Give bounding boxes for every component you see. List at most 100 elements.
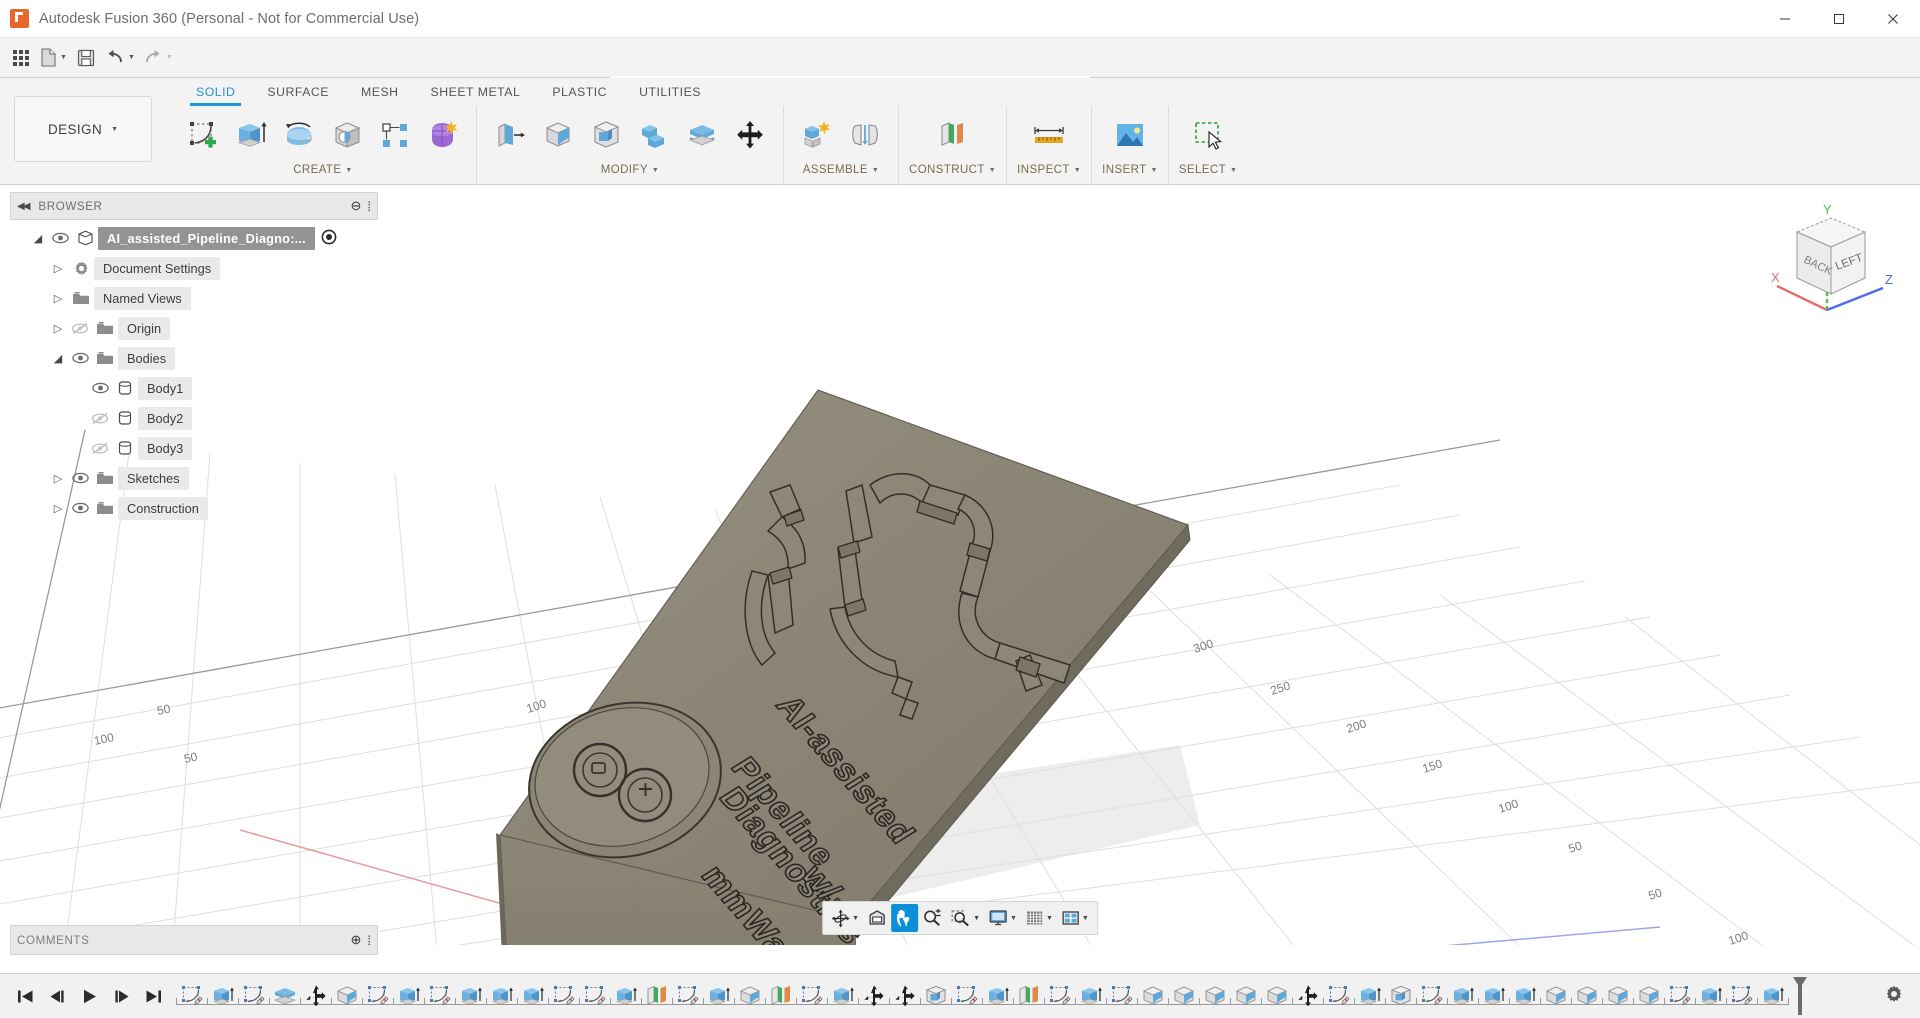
activate-component-icon[interactable]	[321, 229, 337, 248]
tree-row-root[interactable]: ◢ AI_assisted_Pipeline_Diagno:...	[10, 223, 378, 253]
timeline-feature-sketch[interactable]	[362, 980, 393, 1012]
timeline-feature-sketch[interactable]	[951, 980, 982, 1012]
timeline-feature-extrude[interactable]	[1075, 980, 1106, 1012]
timeline-feature-extrude[interactable]	[1509, 980, 1540, 1012]
maximize-icon[interactable]	[1812, 0, 1866, 38]
chevron-down-icon[interactable]: ▼	[60, 54, 67, 61]
timeline-feature-sketch[interactable]	[238, 980, 269, 1012]
tab-solid[interactable]: SOLID	[180, 78, 251, 106]
timeline-feature-sketch[interactable]	[1416, 980, 1447, 1012]
timeline-feature-sketch[interactable]	[548, 980, 579, 1012]
timeline-feature-sketch[interactable]	[1664, 980, 1695, 1012]
measure-icon[interactable]	[1026, 111, 1072, 159]
timeline-feature-extrude[interactable]	[455, 980, 486, 1012]
timeline-feature-sketch[interactable]	[1106, 980, 1137, 1012]
insert-image-icon[interactable]	[1107, 111, 1153, 159]
press-pull-icon[interactable]	[487, 111, 533, 159]
offset-plane-icon[interactable]	[930, 111, 976, 159]
panel-title-select[interactable]: SELECT ▼	[1179, 160, 1237, 180]
timeline-feature-sketch[interactable]	[672, 980, 703, 1012]
timeline-feature-fillet[interactable]	[1261, 980, 1292, 1012]
shell-icon[interactable]	[583, 111, 629, 159]
twisty-open-icon[interactable]: ◢	[28, 232, 48, 245]
timeline-feature-sketch[interactable]	[796, 980, 827, 1012]
timeline-feature-extrude[interactable]	[517, 980, 548, 1012]
visibility-eye-icon[interactable]	[48, 232, 72, 244]
panel-title-assemble[interactable]: ASSEMBLE ▼	[803, 160, 880, 180]
redo-icon[interactable]: ▼	[139, 41, 177, 75]
chevron-down-icon[interactable]: ▼	[973, 915, 980, 922]
tree-row-origin[interactable]: ▷ Origin	[10, 313, 378, 343]
tree-row-construction[interactable]: ▷ Construction	[10, 493, 378, 523]
tree-row-body2[interactable]: Body2	[10, 403, 378, 433]
timeline-feature-fillet[interactable]	[1168, 980, 1199, 1012]
pan-icon[interactable]	[891, 904, 918, 932]
twisty-closed-icon[interactable]: ▷	[48, 502, 68, 515]
tab-mesh[interactable]: MESH	[345, 78, 415, 106]
tab-surface[interactable]: SURFACE	[251, 78, 345, 106]
tree-row-named-views[interactable]: ▷ Named Views	[10, 283, 378, 313]
timeline-feature-extrude[interactable]	[1695, 980, 1726, 1012]
chevron-down-icon[interactable]: ▼	[1010, 915, 1017, 922]
create-sketch-icon[interactable]	[180, 111, 226, 159]
visibility-eye-icon[interactable]	[68, 502, 92, 514]
orbit-icon[interactable]: ▼	[827, 904, 863, 932]
tree-row-body1[interactable]: Body1	[10, 373, 378, 403]
twisty-open-icon[interactable]: ◢	[48, 352, 68, 365]
tab-plastic[interactable]: PLASTIC	[536, 78, 623, 106]
step-forward-button[interactable]	[106, 981, 136, 1011]
timeline-feature-fillet[interactable]	[331, 980, 362, 1012]
viewports-icon[interactable]: ▼	[1057, 904, 1093, 932]
look-at-icon[interactable]	[863, 904, 891, 932]
twisty-closed-icon[interactable]: ▷	[48, 292, 68, 305]
workspace-selector[interactable]: DESIGN ▼	[14, 96, 152, 162]
timeline-track[interactable]	[176, 974, 1884, 1018]
timeline-feature-fillet[interactable]	[734, 980, 765, 1012]
new-component-icon[interactable]	[794, 111, 840, 159]
grid-snap-icon[interactable]: ▼	[1021, 904, 1057, 932]
timeline-feature-plane[interactable]	[641, 980, 672, 1012]
close-icon[interactable]	[1866, 0, 1920, 38]
tree-row-sketches[interactable]: ▷ Sketches	[10, 463, 378, 493]
timeline-settings-gear-icon[interactable]	[1884, 984, 1904, 1009]
timeline-feature-offset-face[interactable]	[269, 980, 300, 1012]
visibility-eye-icon[interactable]	[68, 472, 92, 484]
step-back-button[interactable]	[42, 981, 72, 1011]
timeline-feature-plane[interactable]	[1013, 980, 1044, 1012]
timeline-feature-extrude[interactable]	[1757, 980, 1788, 1012]
tree-row-body3[interactable]: Body3	[10, 433, 378, 463]
visibility-hidden-icon[interactable]	[68, 322, 92, 335]
timeline-feature-sketch[interactable]	[1726, 980, 1757, 1012]
timeline-feature-move[interactable]	[300, 980, 331, 1012]
twisty-closed-icon[interactable]: ▷	[48, 262, 68, 275]
go-to-beginning-button[interactable]	[10, 981, 40, 1011]
timeline-feature-fillet[interactable]	[1230, 980, 1261, 1012]
timeline-feature-move[interactable]	[858, 980, 889, 1012]
go-to-end-button[interactable]	[138, 981, 168, 1011]
new-file-icon[interactable]: ▼	[36, 41, 71, 75]
window-selection-icon[interactable]	[1185, 111, 1231, 159]
visibility-hidden-icon[interactable]	[88, 412, 112, 425]
app-grid-icon[interactable]	[6, 41, 36, 75]
timeline-feature-sketch[interactable]	[1044, 980, 1075, 1012]
timeline-feature-sketch[interactable]	[424, 980, 455, 1012]
timeline-feature-extrude[interactable]	[1447, 980, 1478, 1012]
joint-icon[interactable]	[842, 111, 888, 159]
timeline-feature-extrude[interactable]	[486, 980, 517, 1012]
timeline-feature-extrude[interactable]	[1354, 980, 1385, 1012]
display-settings-icon[interactable]: ▼	[984, 904, 1021, 932]
tab-sheet-metal[interactable]: SHEET METAL	[415, 78, 537, 106]
timeline-feature-shell[interactable]	[920, 980, 951, 1012]
timeline-feature-fillet[interactable]	[1571, 980, 1602, 1012]
twisty-closed-icon[interactable]: ▷	[48, 322, 68, 335]
collapse-panel-icon[interactable]: ◀◀	[17, 201, 28, 212]
hole-icon[interactable]	[324, 111, 370, 159]
revolve-icon[interactable]	[276, 111, 322, 159]
chevron-down-icon[interactable]: ▼	[1046, 915, 1053, 922]
chevron-down-icon[interactable]: ▼	[1082, 915, 1089, 922]
view-cube[interactable]: X Y Z BACK LEFT	[1767, 200, 1895, 325]
timeline-feature-extrude[interactable]	[610, 980, 641, 1012]
add-comment-icon[interactable]: ⊕	[350, 932, 361, 948]
timeline-feature-sketch[interactable]	[1323, 980, 1354, 1012]
chevron-down-icon[interactable]: ▼	[128, 54, 135, 61]
